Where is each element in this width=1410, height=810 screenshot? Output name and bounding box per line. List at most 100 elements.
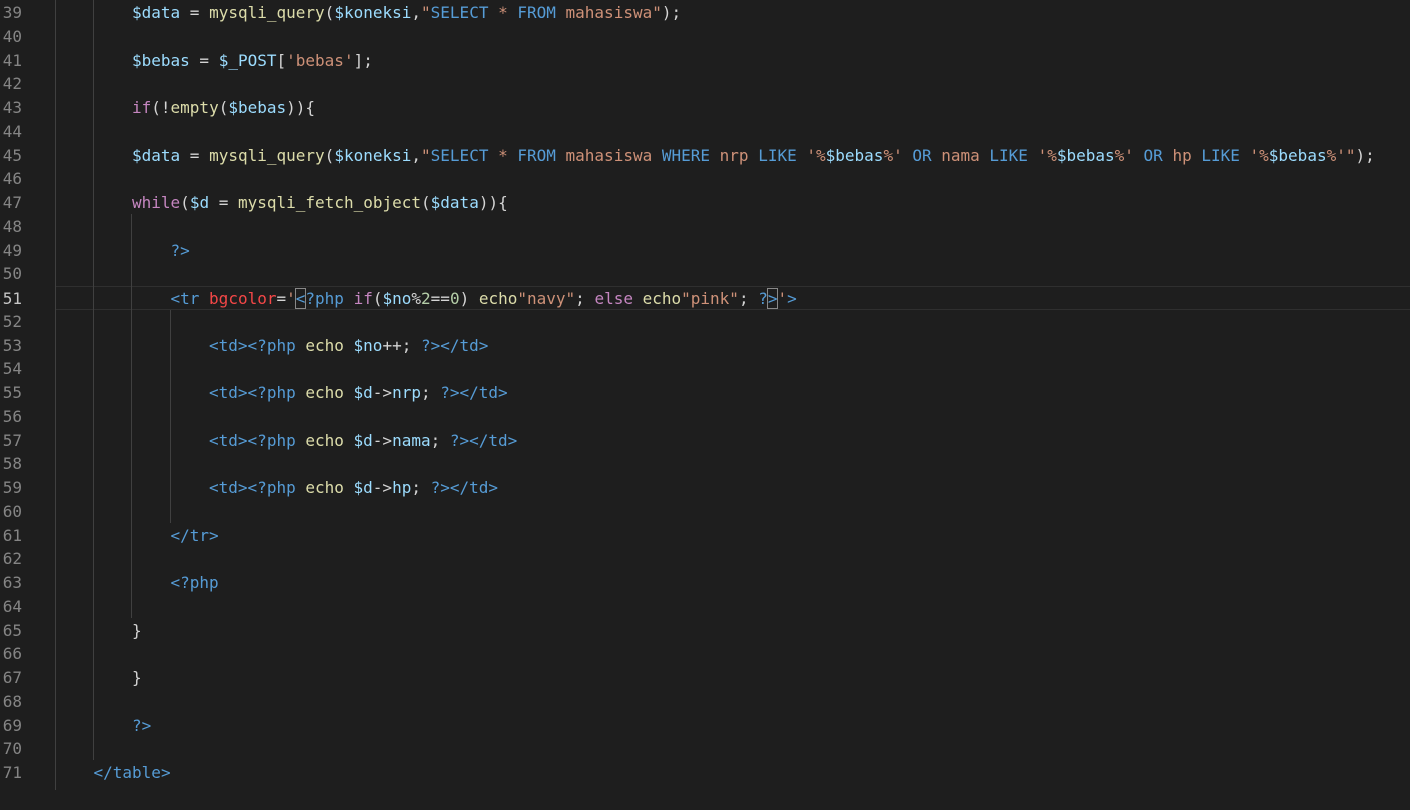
line-number: 43 [2,98,22,117]
code-line[interactable]: 49 ?> [0,239,1410,263]
code-line[interactable]: 58 [0,452,1410,476]
code-token: { [305,98,316,117]
code-line[interactable]: 66 [0,642,1410,666]
code-token: $no [353,335,383,355]
code-line[interactable]: 57 <td><?php echo $d->nama; ?></td> [0,429,1410,453]
line-number: 64 [2,596,22,616]
code-text: </table> [94,761,171,785]
code-token: hp [392,478,412,497]
code-token: = [189,50,219,70]
code-token: > [237,383,248,402]
code-token: while [132,193,181,212]
code-token: td [218,383,238,402]
code-line[interactable]: 40 [0,25,1410,49]
code-editor[interactable]: 39 $data = mysqli_query($koneksi,"SELECT … [0,0,1410,810]
code-token: ; [575,289,595,308]
code-token: = [180,3,210,22]
code-token: if [353,289,373,308]
line-number: 42 [2,74,22,94]
code-token: nrp [392,383,421,402]
code-line[interactable]: 60 [0,500,1410,524]
code-token: 2 [421,289,431,308]
line-number: 44 [2,121,22,141]
code-line[interactable]: 51 <tr bgcolor='<?php if($no%2==0) echo"n… [3,286,1410,311]
code-token: <?php [170,573,219,592]
code-line[interactable]: 56 [0,405,1410,429]
code-token: $bebas [1056,145,1115,165]
code-token: echo [305,430,344,450]
code-token: ( [180,193,190,212]
code-text: <tr bgcolor='<?php if($no%2==0) echo"nav… [171,287,797,311]
code-line[interactable]: 45 $data = mysqli_query($koneksi,"SELECT … [0,144,1410,168]
code-token: </ [469,430,489,450]
code-line[interactable]: 52 [0,310,1410,334]
code-line[interactable]: 54 [0,357,1410,381]
code-token: $data [132,3,181,22]
code-line[interactable]: 44 [0,120,1410,144]
code-token: < [294,288,307,309]
code-token: %' [883,145,913,165]
code-token: <?php [247,478,296,497]
code-line[interactable]: 62 [0,547,1410,571]
line-number: 49 [2,240,22,260]
code-text: $bebas = $_POST['bebas']; [132,49,373,73]
code-line[interactable]: 43 if(!empty($bebas)){ [0,96,1410,120]
code-token: < [209,430,219,450]
code-line[interactable]: 67} [0,666,1410,690]
line-number: 58 [2,454,22,474]
code-line[interactable]: 41 $bebas = $_POST['bebas']; [0,49,1410,73]
code-text: } [132,619,142,643]
code-line[interactable]: 46 [0,167,1410,191]
code-token: '% [796,145,826,165]
code-line[interactable]: 53 <td><?php echo $no++; ?></td> [0,334,1410,358]
line-number: 50 [2,264,22,284]
code-text: $data = mysqli_query($koneksi,"SELECT * … [132,1,681,25]
code-token: bgcolor [209,289,277,308]
code-token: ' [286,289,296,308]
code-token: % [411,289,422,308]
code-token: > [237,335,248,355]
code-token: tr [189,525,210,545]
line-number: 51 [2,289,22,308]
code-token: ( [324,145,335,165]
code-line[interactable]: 42 [0,72,1410,96]
code-text: ?> [132,714,151,738]
code-token: ; [430,430,450,450]
code-token: td [488,430,508,450]
code-line[interactable]: 64 [0,595,1410,619]
code-token: < [170,289,181,308]
code-line[interactable]: 71 </table> [0,761,1410,785]
code-line[interactable]: 47 while($d = mysqli_fetch_object($data))… [0,191,1410,215]
line-number: 68 [2,691,22,711]
line-number: 52 [2,311,22,331]
code-token: </ [170,525,190,545]
code-token: echo [642,289,682,308]
code-token: SELECT [430,145,489,165]
code-line[interactable]: 59 <td><?php echo $d->hp; ?></td> [0,476,1410,500]
code-token: $_POST [218,50,277,70]
code-token: ( [421,193,431,212]
code-line[interactable]: 55 <td><?php echo $d->nrp; ?></td> [0,381,1410,405]
code-line[interactable]: 48 [0,215,1410,239]
code-line[interactable]: 50 [0,262,1410,286]
code-token: = [180,145,210,165]
code-line[interactable]: 69 ?> [0,714,1410,738]
code-token: WHERE [661,145,711,165]
code-token: = [209,193,238,212]
code-token: ?> [132,715,152,735]
code-line[interactable]: 70 [0,737,1410,761]
code-line[interactable]: 39 $data = mysqli_query($koneksi,"SELECT … [0,1,1410,25]
code-line[interactable]: 65} [0,619,1410,643]
code-token: echo [478,289,518,308]
code-token: , [411,145,422,165]
code-line[interactable]: 68 [0,690,1410,714]
code-token: %'" [1326,145,1356,165]
code-line[interactable]: 61 </tr> [0,524,1410,548]
code-line[interactable]: 63 <?php [0,571,1410,595]
code-token: "pink" [681,289,739,308]
line-number: 56 [2,406,22,426]
code-token: $data [430,193,479,212]
